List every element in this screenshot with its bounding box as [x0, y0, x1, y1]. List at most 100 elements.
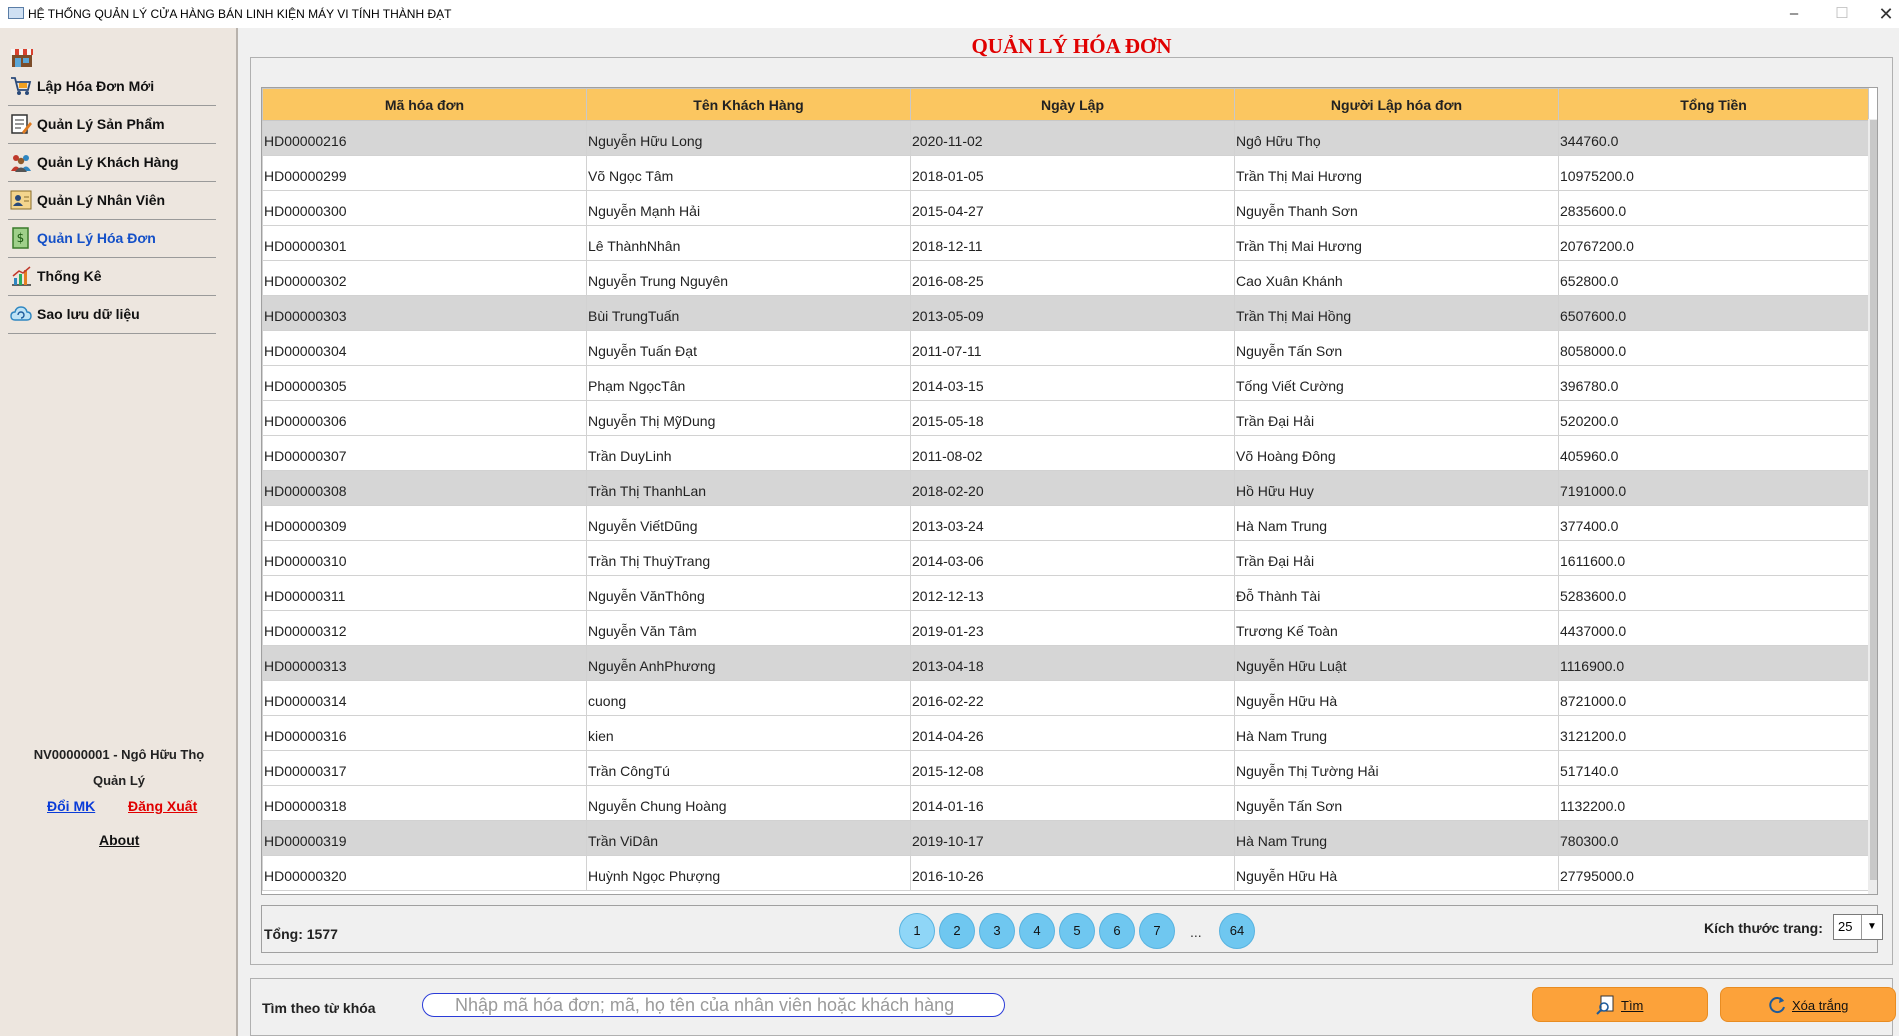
table-row[interactable]: HD00000311 Nguyễn VănThông 2012-12-13 Đỗ Th… — [262, 575, 1869, 611]
pagination-ellipsis: ... — [1190, 924, 1202, 940]
chart-icon — [12, 266, 31, 286]
page-button[interactable]: 7 — [1139, 913, 1175, 949]
column-header-date[interactable]: Ngày Lập — [910, 88, 1235, 121]
page-title: QUẢN LÝ HÓA ĐƠN — [971, 34, 1172, 58]
table-row[interactable]: HD00000299 Võ Ngọc Tâm 2018-01-05 Trần Thị … — [262, 155, 1869, 191]
table-cell: Trần DuyLinh — [586, 435, 911, 471]
table-cell: 1132200.0 — [1558, 785, 1869, 821]
table-cell: 2014-03-15 — [910, 365, 1235, 401]
sidebar-item-employees[interactable]: Quản Lý Nhân Viên — [8, 181, 216, 220]
table-scrollbar-thumb[interactable] — [1870, 120, 1877, 880]
table-row[interactable]: HD00000303 Bùi TrungTuấn 2013-05-09 Trần Th… — [262, 295, 1869, 331]
table-row[interactable]: HD00000319 Trần ViDân 2019-10-17 Hà Nam Tru… — [262, 820, 1869, 856]
table-cell: Hà Nam Trung — [1234, 715, 1559, 751]
table-cell: Nguyễn ViếtDũng — [586, 505, 911, 541]
change-password-link[interactable]: Đổi MK — [47, 798, 95, 814]
table-row[interactable]: HD00000313 Nguyễn AnhPhương 2013-04-18 Nguy… — [262, 645, 1869, 681]
column-header-invoice-id[interactable]: Mã hóa đơn — [262, 88, 587, 121]
table-cell: HD00000317 — [262, 750, 587, 786]
table-row[interactable]: HD00000310 Trần Thị ThuỳTrang 2014-03-06 Tr… — [262, 540, 1869, 576]
page-button[interactable]: 5 — [1059, 913, 1095, 949]
table-row[interactable]: HD00000317 Trần CôngTú 2015-12-08 Nguyễn Th… — [262, 750, 1869, 786]
page-size-select[interactable]: 25 ▼ — [1833, 914, 1883, 940]
column-header-creator[interactable]: Người Lập hóa đơn — [1234, 88, 1559, 121]
page-button-last[interactable]: 64 — [1219, 913, 1255, 949]
table-row[interactable]: HD00000316 kien 2014-04-26 Hà Nam Trung 3121… — [262, 715, 1869, 751]
table-cell: 396780.0 — [1558, 365, 1869, 401]
table-cell: Nguyễn Tấn Sơn — [1234, 785, 1559, 821]
table-cell: 405960.0 — [1558, 435, 1869, 471]
table-cell: Nguyễn Tấn Sơn — [1234, 330, 1559, 366]
table-cell: HD00000306 — [262, 400, 587, 436]
sidebar-item-create-invoice[interactable]: Lập Hóa Đơn Mới — [8, 67, 216, 106]
page-size-label: Kích thước trang: — [1704, 920, 1823, 936]
close-button[interactable]: ✕ — [1870, 3, 1899, 25]
backup-icon — [10, 306, 32, 321]
table-cell: 2018-02-20 — [910, 470, 1235, 506]
table-row[interactable]: HD00000320 Huỳnh Ngọc Phượng 2016-10-26 Ngu… — [262, 855, 1869, 891]
table-cell: 344760.0 — [1558, 120, 1869, 156]
invoice-table: Mã hóa đơn Tên Khách Hàng Ngày Lập Người… — [262, 88, 1869, 891]
about-link[interactable]: About — [99, 832, 139, 848]
title-bar: HỆ THỐNG QUẢN LÝ CỬA HÀNG BÁN LINH KIỆN … — [0, 0, 1899, 28]
table-cell: HD00000312 — [262, 610, 587, 646]
maximize-button[interactable]: ☐ — [1826, 3, 1858, 25]
table-cell: 2015-12-08 — [910, 750, 1235, 786]
cart-icon — [11, 77, 32, 95]
search-input[interactable] — [422, 993, 1005, 1017]
table-row[interactable]: HD00000300 Nguyễn Mạnh Hải 2015-04-27 Nguyễ… — [262, 190, 1869, 226]
table-cell: HD00000299 — [262, 155, 587, 191]
page-button[interactable]: 3 — [979, 913, 1015, 949]
sidebar-item-label: Lập Hóa Đơn Mới — [37, 78, 155, 94]
table-cell: 2016-10-26 — [910, 855, 1235, 891]
sidebar-item-statistics[interactable]: Thống Kê — [8, 257, 216, 296]
table-row[interactable]: HD00000307 Trần DuyLinh 2011-08-02 Võ Hoàng… — [262, 435, 1869, 471]
table-row[interactable]: HD00000318 Nguyễn Chung Hoàng 2014-01-16 Ng… — [262, 785, 1869, 821]
table-row[interactable]: HD00000216 Nguyễn Hữu Long 2020-11-02 Ngô H… — [262, 120, 1869, 156]
table-cell: Tống Viết Cường — [1234, 365, 1559, 401]
table-cell: Võ Hoàng Đông — [1234, 435, 1559, 471]
table-row[interactable]: HD00000308 Trần Thị ThanhLan 2018-02-20 Hồ … — [262, 470, 1869, 506]
table-row[interactable]: HD00000302 Nguyễn Trung Nguyên 2016-08-25 C… — [262, 260, 1869, 296]
table-cell: Trần ViDân — [586, 820, 911, 856]
table-row[interactable]: HD00000312 Nguyễn Văn Tâm 2019-01-23 Trương… — [262, 610, 1869, 646]
find-button-label: Tìm — [1621, 998, 1644, 1013]
table-row[interactable]: HD00000305 Phạm NgọcTân 2014-03-15 Tống Viế… — [262, 365, 1869, 401]
table-cell: kien — [586, 715, 911, 751]
table-cell: HD00000300 — [262, 190, 587, 226]
column-header-customer-name[interactable]: Tên Khách Hàng — [586, 88, 911, 121]
table-cell: Võ Ngọc Tâm — [586, 155, 911, 191]
table-row[interactable]: HD00000314 cuong 2016-02-22 Nguyễn Hữu Hà 87… — [262, 680, 1869, 716]
page-button[interactable]: 6 — [1099, 913, 1135, 949]
table-cell: 2016-02-22 — [910, 680, 1235, 716]
search-doc-icon — [1596, 995, 1614, 1015]
table-cell: 520200.0 — [1558, 400, 1869, 436]
table-cell: 2011-08-02 — [910, 435, 1235, 471]
minimize-button[interactable]: – — [1778, 3, 1810, 25]
table-cell: 8721000.0 — [1558, 680, 1869, 716]
table-cell: 10975200.0 — [1558, 155, 1869, 191]
find-button[interactable]: Tìm — [1532, 987, 1708, 1022]
table-row[interactable]: HD00000306 Nguyễn Thị MỹDung 2015-05-18 Trầ… — [262, 400, 1869, 436]
column-header-total[interactable]: Tổng Tiền — [1558, 88, 1869, 121]
clear-button[interactable]: Xóa trắng — [1720, 987, 1896, 1022]
sidebar-item-invoices[interactable]: $ Quản Lý Hóa Đơn — [8, 219, 216, 258]
table-cell: HD00000303 — [262, 295, 587, 331]
current-user: NV00000001 - Ngô Hữu Thọ — [33, 747, 205, 762]
sidebar-item-backup[interactable]: Sao lưu dữ liệu — [8, 295, 216, 334]
table-cell: HD00000302 — [262, 260, 587, 296]
table-cell: 2019-01-23 — [910, 610, 1235, 646]
table-cell: Trương Kế Toàn — [1234, 610, 1559, 646]
page-button[interactable]: 1 — [899, 913, 935, 949]
table-cell: HD00000216 — [262, 120, 587, 156]
page-button[interactable]: 2 — [939, 913, 975, 949]
table-row[interactable]: HD00000309 Nguyễn ViếtDũng 2013-03-24 Hà Na… — [262, 505, 1869, 541]
table-cell: Cao Xuân Khánh — [1234, 260, 1559, 296]
sidebar-item-customers[interactable]: Quản Lý Khách Hàng — [8, 143, 216, 182]
table-row[interactable]: HD00000301 Lê ThànhNhân 2018-12-11 Trần Thị… — [262, 225, 1869, 261]
sidebar-item-products[interactable]: Quản Lý Sản Phẩm — [8, 105, 216, 144]
page-button[interactable]: 4 — [1019, 913, 1055, 949]
table-row[interactable]: HD00000304 Nguyễn Tuấn Đạt 2011-07-11 Nguyễ… — [262, 330, 1869, 366]
page-size-value: 25 — [1838, 919, 1853, 934]
logout-link[interactable]: Đăng Xuất — [128, 798, 197, 814]
